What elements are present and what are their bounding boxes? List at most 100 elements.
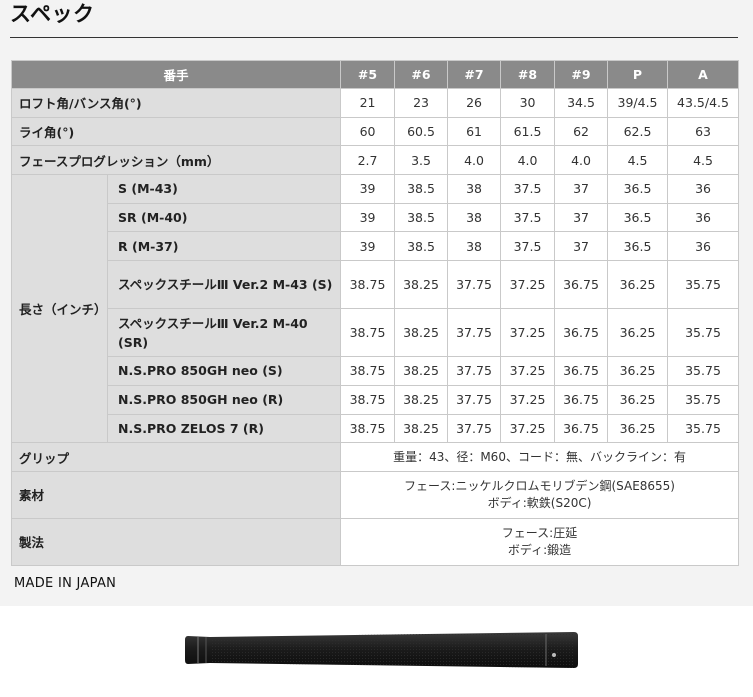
table-cell: 4.5 [667, 145, 740, 176]
table-cell: 62 [554, 116, 609, 147]
table-cell: 37.25 [500, 413, 556, 444]
table-cell: 37.25 [500, 308, 556, 358]
table-cell: 37.75 [447, 356, 502, 386]
grip-end-dot [552, 653, 556, 657]
table-cell: 26 [447, 88, 502, 118]
table-row-length: スペックスチールⅢ Ver.2 M-43 (S) 38.75 38.25 37.… [12, 260, 740, 310]
table-cell: 38.25 [394, 260, 449, 310]
table-row-length: N.S.PRO ZELOS 7 (R) 38.75 38.25 37.75 37… [12, 413, 740, 444]
table-row-length: 長さ（インチ） S (M-43) 39 38.5 38 37.5 37 36.5… [11, 174, 740, 444]
table-cell: 38.75 [340, 384, 396, 415]
header-label: 番手 [10, 60, 342, 89]
shaft-name: N.S.PRO 850GH neo (R) [106, 384, 342, 415]
material-value: フェース:ニッケルクロムモリブデン鋼(SAE8655) ボディ:軟鉄(S20C) [340, 470, 740, 519]
grip-label: グリップ [10, 442, 342, 472]
table-cell: 23 [394, 88, 449, 118]
table-cell: 39 [340, 174, 396, 204]
table-cell: 36 [667, 174, 740, 204]
table-cell: 38 [447, 174, 502, 204]
shaft-name: N.S.PRO 850GH neo (S) [106, 356, 342, 386]
table-cell: 36.75 [554, 356, 609, 386]
grip-image [185, 632, 578, 668]
table-cell: 36.25 [607, 413, 669, 444]
table-cell: 37 [554, 174, 609, 204]
table-cell: 35.75 [667, 356, 740, 386]
table-header-row: 番手 #5 #6 #7 #8 #9 P A [10, 60, 740, 89]
table-cell: 38.25 [394, 308, 449, 358]
table-cell: 36.75 [554, 413, 609, 444]
shaft-name: SR (M-40) [106, 202, 342, 233]
table-row-progression: フェースプログレッション（mm） 2.7 3.5 4.0 4.0 4.0 4.5… [10, 145, 740, 176]
material-body: ボディ:軟鉄(S20C) [487, 495, 592, 510]
shaft-name: N.S.PRO ZELOS 7 (R) [106, 413, 342, 444]
length-label: 長さ（インチ） [11, 174, 108, 444]
table-cell: 36.5 [607, 231, 669, 262]
table-row-process: 製法 フェース:圧延 ボディ:鍛造 [10, 517, 740, 566]
table-cell: 36.75 [554, 308, 609, 358]
table-row-grip: グリップ 重量：43、径：M60、コード：無、バックライン：有 [10, 442, 740, 472]
table-cell: 36.75 [554, 384, 609, 415]
header-club: #5 [340, 60, 396, 89]
table-cell: 43.5/4.5 [667, 88, 740, 118]
header-club: A [667, 60, 740, 89]
table-cell: 36.25 [607, 308, 669, 358]
row-label: ライ角(°) [10, 116, 342, 147]
header-club: #9 [554, 60, 609, 89]
table-cell: 35.75 [667, 308, 740, 358]
table-cell: 34.5 [554, 88, 609, 118]
material-face: フェース:ニッケルクロムモリブデン鋼(SAE8655) [404, 478, 675, 493]
process-face: フェース:圧延 [501, 525, 578, 540]
table-cell: 36.5 [607, 202, 669, 233]
shaft-name: S (M-43) [106, 174, 342, 204]
table-cell: 35.75 [667, 413, 740, 444]
grip-texture [210, 632, 574, 668]
table-cell: 4.0 [500, 145, 556, 176]
table-cell: 36.25 [607, 356, 669, 386]
table-row-material: 素材 フェース:ニッケルクロムモリブデン鋼(SAE8655) ボディ:軟鉄(S2… [10, 470, 740, 519]
table-cell: 38.5 [394, 174, 449, 204]
row-label: フェースプログレッション（mm） [10, 145, 342, 176]
table-cell: 3.5 [394, 145, 449, 176]
table-cell: 38.75 [340, 260, 396, 310]
table-row-lie: ライ角(°) 60 60.5 61 61.5 62 62.5 63 [10, 116, 740, 147]
table-cell: 37.25 [500, 260, 556, 310]
table-cell: 21 [340, 88, 396, 118]
table-row-length: SR (M-40) 39 38.5 38 37.5 37 36.5 36 [12, 202, 740, 233]
table-cell: 38.25 [394, 356, 449, 386]
table-cell: 63 [667, 116, 740, 147]
header-club: #8 [500, 60, 556, 89]
table-cell: 36.5 [607, 174, 669, 204]
table-cell: 37.5 [500, 231, 556, 262]
spec-panel: スペック 番手 #5 #6 #7 #8 #9 P A ロフト角/バンス角(°) … [0, 0, 753, 606]
row-label: ロフト角/バンス角(°) [10, 88, 342, 118]
table-cell: 36.25 [607, 260, 669, 310]
table-row-length: N.S.PRO 850GH neo (S) 38.75 38.25 37.75 … [12, 356, 740, 386]
header-club: P [607, 60, 669, 89]
material-label: 素材 [10, 470, 342, 519]
table-cell: 38.75 [340, 308, 396, 358]
table-row-loft: ロフト角/バンス角(°) 21 23 26 30 34.5 39/4.5 43.… [10, 88, 740, 118]
table-cell: 36 [667, 231, 740, 262]
table-cell: 38.75 [340, 356, 396, 386]
page-title: スペック [10, 2, 95, 26]
table-cell: 38 [447, 202, 502, 233]
table-cell: 39/4.5 [607, 88, 669, 118]
table-cell: 30 [500, 88, 556, 118]
table-cell: 37.5 [500, 202, 556, 233]
table-cell: 38.25 [394, 384, 449, 415]
table-cell: 38 [447, 231, 502, 262]
spec-table: 番手 #5 #6 #7 #8 #9 P A ロフト角/バンス角(°) 21 23… [10, 60, 740, 566]
header-club: #6 [394, 60, 449, 89]
process-label: 製法 [10, 517, 342, 566]
shaft-name: スペックスチールⅢ Ver.2 M-43 (S) [106, 260, 342, 310]
table-cell: 35.75 [667, 260, 740, 310]
process-value: フェース:圧延 ボディ:鍛造 [340, 517, 740, 566]
table-cell: 38.5 [394, 231, 449, 262]
table-cell: 61 [447, 116, 502, 147]
table-cell: 37.75 [447, 413, 502, 444]
table-cell: 36.75 [554, 260, 609, 310]
table-cell: 37.5 [500, 174, 556, 204]
grip-value: 重量：43、径：M60、コード：無、バックライン：有 [340, 442, 740, 472]
table-cell: 61.5 [500, 116, 556, 147]
table-row-length: R (M-37) 39 38.5 38 37.5 37 36.5 36 [12, 231, 740, 262]
